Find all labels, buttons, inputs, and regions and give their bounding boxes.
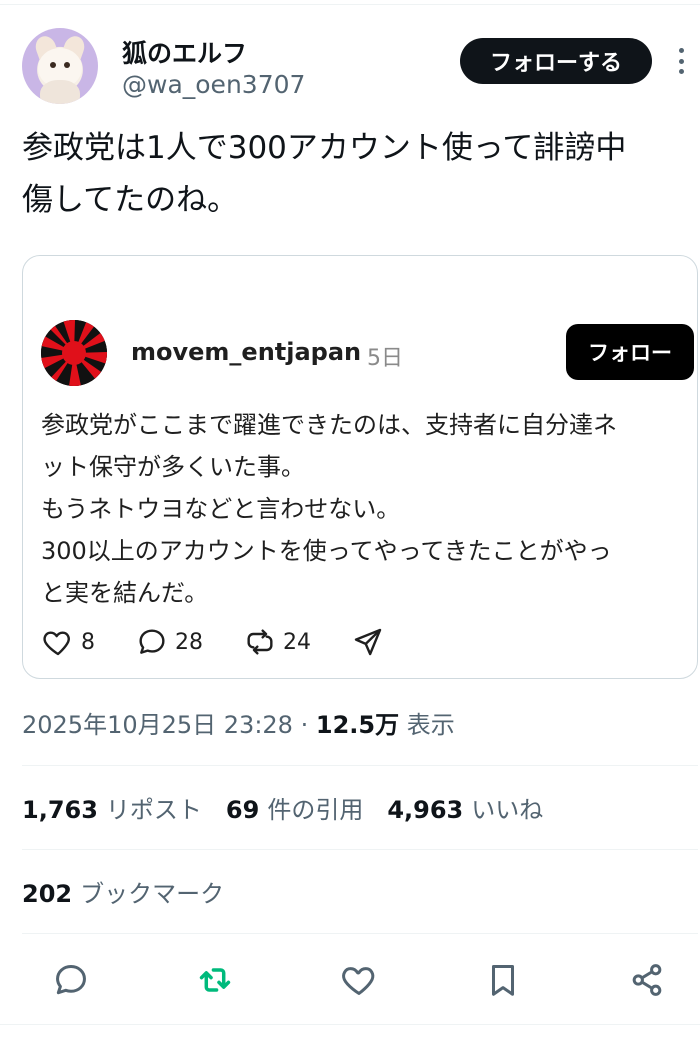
send-icon [354,628,382,656]
quoted-text-line: もうネトウヨなどと言わせない。 [41,495,401,523]
tweet-text: 参政党は1人で300アカウント使って誹謗中 傷してたのね。 [22,122,682,226]
quoted-text-line: ット保守が多くいた事。 [41,453,305,481]
bookmark-icon [491,965,515,996]
rising-sun-flag-icon [41,320,107,386]
quoted-text-line: 参政党がここまで躍進できたのは、支持者に自分達ネ [41,411,617,439]
quoted-post-actions: 8 28 24 [41,622,431,662]
quoted-reply-action[interactable]: 28 [135,626,203,658]
reposts-count: 1,763 [22,796,98,824]
quoted-text-line: 300以上のアカウントを使ってやってきたことがやっ [41,537,612,565]
author-avatar[interactable] [22,28,98,104]
like-button[interactable] [337,958,381,1002]
quoted-share-action[interactable] [351,626,391,658]
quoted-timestamp: 5日 [367,346,403,371]
more-options-icon[interactable] [672,44,690,78]
bottom-divider [0,1024,700,1025]
comment-icon [139,629,165,654]
tweet-text-line: 参政党は1人で300アカウント使って誹謗中 [22,130,627,166]
likes-label: いいね [471,796,544,824]
quoted-post-text: 参政党がここまで躍進できたのは、支持者に自分達ネ ット保守が多くいた事。 もうネ… [41,404,686,614]
like-icon [43,631,70,656]
quoted-repost-count: 24 [283,629,311,655]
tweet-text-line: 傷してたのね。 [22,182,239,218]
repost-icon [247,629,273,655]
likes-count: 4,963 [387,796,464,824]
quotes-stat[interactable]: 69 件の引用 [226,790,363,825]
tweet-header: 狐のエルフ @wa_oen3707 フォローする [0,0,700,110]
meta-separator: · [300,711,309,739]
quoted-follow-button[interactable]: フォロー [566,324,694,380]
quoted-post-card[interactable]: movem_entjapan 5日 フォロー 参政党がここまで躍進できたのは、支… [22,255,698,679]
engagement-stats: 1,763 リポスト 69 件の引用 4,963 いいね [22,790,567,825]
follow-button[interactable]: フォローする [460,38,652,84]
view-count: 12.5万 [315,711,400,739]
bookmark-button[interactable] [481,958,525,1002]
quoted-like-count: 8 [81,629,95,655]
divider [22,765,698,766]
reposts-label: リポスト [105,796,202,824]
share-button[interactable] [625,958,669,1002]
bookmarks-count: 202 [22,880,73,908]
repost-button[interactable] [193,958,237,1002]
tweet-meta: 2025年10月25日 23:28 · 12.5万 表示 [22,705,455,740]
author-handle[interactable]: @wa_oen3707 [122,70,305,99]
like-icon [342,967,375,995]
quoted-like-action[interactable]: 8 [41,626,95,658]
quoted-text-line: と実を結んだ。 [41,579,209,607]
quoted-reply-count: 28 [175,629,203,655]
tweet-timestamp[interactable]: 2025年10月25日 23:28 [22,711,293,739]
view-label: 表示 [406,711,455,739]
bookmarks-label: ブックマーク [80,880,225,908]
quotes-count: 69 [225,796,260,824]
quoted-username[interactable]: movem_entjapan [131,338,361,366]
divider [22,849,698,850]
divider [22,933,698,934]
author-display-name[interactable]: 狐のエルフ [122,34,247,70]
quoted-repost-action[interactable]: 24 [243,626,311,658]
share-icon [632,964,662,996]
bookmarks-stat[interactable]: 202 ブックマーク [22,874,224,909]
repost-icon [199,968,231,992]
reply-icon [56,965,86,995]
reposts-stat[interactable]: 1,763 リポスト [22,790,202,825]
reply-button[interactable] [49,958,93,1002]
quoted-user-avatar[interactable] [41,320,107,386]
tweet-action-bar [0,950,700,1010]
likes-stat[interactable]: 4,963 いいね [387,790,543,825]
quotes-label: 件の引用 [267,796,364,824]
